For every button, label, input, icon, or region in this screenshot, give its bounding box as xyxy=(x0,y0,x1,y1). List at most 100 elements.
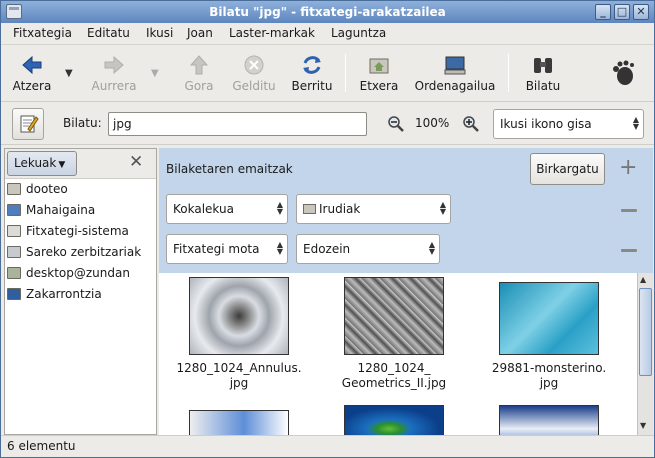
zoom-level[interactable]: 100% xyxy=(415,116,449,130)
close-sidebar-icon[interactable]: ✕ xyxy=(129,152,143,172)
menu-edit[interactable]: Editatu xyxy=(87,26,130,40)
computer-button[interactable]: Ordenagailua xyxy=(409,50,501,98)
menu-go[interactable]: Joan xyxy=(187,26,213,40)
file-item[interactable]: 1280_1024_Annulus. jpg xyxy=(169,277,309,391)
image-thumbnail xyxy=(189,277,289,355)
search-input[interactable]: jpg xyxy=(108,112,367,136)
sidebar-item-desktop[interactable]: Mahaigaina xyxy=(7,201,95,220)
file-item[interactable] xyxy=(169,410,309,435)
harddisk-icon xyxy=(7,225,21,237)
location-select[interactable]: Irudiak ▲ ▼ xyxy=(296,194,451,224)
stop-button[interactable]: Gelditu xyxy=(227,50,281,98)
sidebar-item-dooteo[interactable]: dooteo xyxy=(7,180,68,199)
forward-label: Aurrera xyxy=(91,79,137,93)
home-button[interactable]: Etxera xyxy=(355,50,403,98)
sidebar-item-trash[interactable]: Zakarrontzia xyxy=(7,285,102,304)
zoom-in-icon xyxy=(463,116,479,132)
sidebar-item-label: desktop@zundan xyxy=(26,266,130,280)
view-mode-value: Ikusi ikono gisa xyxy=(500,117,592,131)
file-item[interactable] xyxy=(324,405,464,435)
toggle-location-button[interactable] xyxy=(12,108,44,140)
forward-history-chevron-icon[interactable]: ▼ xyxy=(151,68,159,79)
criterion-type-select[interactable]: Fitxategi mota ▲ ▼ xyxy=(166,234,288,264)
search-criteria-panel: Bilaketaren emaitzak Birkargatu + Kokale… xyxy=(159,148,653,273)
reload-button[interactable]: Berritu xyxy=(285,50,339,98)
search-results-title: Bilaketaren emaitzak xyxy=(166,162,293,176)
close-icon[interactable]: ✕ xyxy=(633,4,649,20)
scroll-down-icon[interactable]: ▼ xyxy=(640,421,646,430)
file-item[interactable]: 29881-monsterino. jpg xyxy=(479,282,619,391)
image-thumbnail xyxy=(344,405,444,435)
forward-button[interactable]: Aurrera xyxy=(85,50,143,98)
file-type-select[interactable]: Edozein ▲ ▼ xyxy=(296,234,440,264)
chevron-down-icon: ▼ xyxy=(58,160,66,170)
criterion-type-select[interactable]: Kokalekua ▲ ▼ xyxy=(166,194,288,224)
file-name: jpg xyxy=(229,376,249,390)
scroll-up-icon[interactable]: ▲ xyxy=(640,275,646,284)
computer-icon xyxy=(444,54,466,76)
file-item[interactable]: 1280_1024_ Geometrics_II.jpg xyxy=(324,277,464,391)
search-button[interactable]: Bilatu xyxy=(519,50,567,98)
reload-icon xyxy=(301,54,323,76)
file-browser-window: Bilatu "jpg" - fitxategi-arakatzailea _ … xyxy=(0,0,655,458)
file-icon-view: 1280_1024_Annulus. jpg 1280_1024_ Geomet… xyxy=(159,273,637,435)
file-name: 1280_1024_ xyxy=(357,361,431,375)
title-bar: Bilatu "jpg" - fitxategi-arakatzailea _ … xyxy=(1,1,654,23)
file-name: jpg xyxy=(539,376,559,390)
scroll-thumb[interactable] xyxy=(639,288,652,376)
window-title: Bilatu "jpg" - fitxategi-arakatzailea xyxy=(209,5,446,19)
sidebar-item-label: Sareko zerbitzariak xyxy=(26,245,142,259)
view-mode-select[interactable]: Ikusi ikono gisa ▲ ▼ xyxy=(493,109,644,139)
reload-search-button[interactable]: Birkargatu xyxy=(530,153,605,185)
menu-help[interactable]: Laguntza xyxy=(331,26,386,40)
menu-file[interactable]: Fitxategia xyxy=(13,26,72,40)
back-label: Atzera xyxy=(12,79,52,93)
select-arrows-icon: ▲ ▼ xyxy=(632,115,639,131)
select-arrows-icon: ▲ ▼ xyxy=(276,240,283,256)
menu-bookmarks[interactable]: Laster-markak xyxy=(229,26,315,40)
sidebar: Lekuak ▼ ✕ dooteo Mahaigaina Fitxategi-si… xyxy=(4,148,157,435)
sidebar-type-select[interactable]: Lekuak ▼ xyxy=(7,151,77,176)
toolbar-separator xyxy=(508,54,509,92)
window-menu-icon[interactable] xyxy=(6,4,22,19)
reload-label: Berritu xyxy=(291,79,333,93)
remove-criterion-icon[interactable] xyxy=(621,209,637,212)
image-thumbnail xyxy=(189,410,289,435)
sidebar-item-label: Mahaigaina xyxy=(26,203,96,217)
search-label-text: Bilatu: xyxy=(63,116,102,130)
vertical-scrollbar[interactable]: ▲ ▼ xyxy=(637,273,653,435)
file-name: 1280_1024_Annulus. xyxy=(176,361,302,375)
file-item[interactable] xyxy=(479,405,619,435)
location-value: Irudiak xyxy=(319,202,361,216)
image-thumbnail xyxy=(499,282,599,355)
sidebar-item-remote-desktop[interactable]: desktop@zundan xyxy=(7,264,130,283)
stop-label: Gelditu xyxy=(232,79,276,93)
remove-criterion-icon[interactable] xyxy=(621,249,637,252)
home-label: Etxera xyxy=(359,79,399,93)
sidebar-item-network[interactable]: Sareko zerbitzariak xyxy=(7,243,141,262)
zoom-out-button[interactable] xyxy=(387,115,405,136)
sidebar-item-label: dooteo xyxy=(26,182,68,196)
minimize-icon[interactable]: _ xyxy=(595,4,611,20)
network-icon xyxy=(7,246,21,258)
select-arrows-icon: ▲ ▼ xyxy=(276,200,283,216)
zoom-out-icon xyxy=(388,116,404,132)
criterion-type-value: Fitxategi mota xyxy=(173,242,260,256)
back-history-chevron-icon[interactable]: ▼ xyxy=(65,68,73,79)
menu-view[interactable]: Ikusi xyxy=(146,26,173,40)
status-text: 6 elementu xyxy=(7,439,76,453)
up-button[interactable]: Gora xyxy=(177,50,221,98)
status-bar: 6 elementu xyxy=(1,435,654,457)
toolbar-separator xyxy=(345,54,346,92)
trash-icon xyxy=(7,288,21,300)
image-thumbnail xyxy=(344,277,444,355)
stop-icon xyxy=(243,54,265,76)
sidebar-item-filesystem[interactable]: Fitxategi-sistema xyxy=(7,222,129,241)
zoom-in-button[interactable] xyxy=(462,115,480,136)
menu-bar: Fitxategia Editatu Ikusi Joan Laster-mar… xyxy=(1,23,654,45)
maximize-icon[interactable]: □ xyxy=(614,4,630,20)
file-type-value: Edozein xyxy=(303,242,351,256)
add-criterion-icon[interactable]: + xyxy=(619,157,637,179)
file-name: Geometrics_II.jpg xyxy=(341,376,447,390)
back-button[interactable]: Atzera xyxy=(7,50,57,98)
